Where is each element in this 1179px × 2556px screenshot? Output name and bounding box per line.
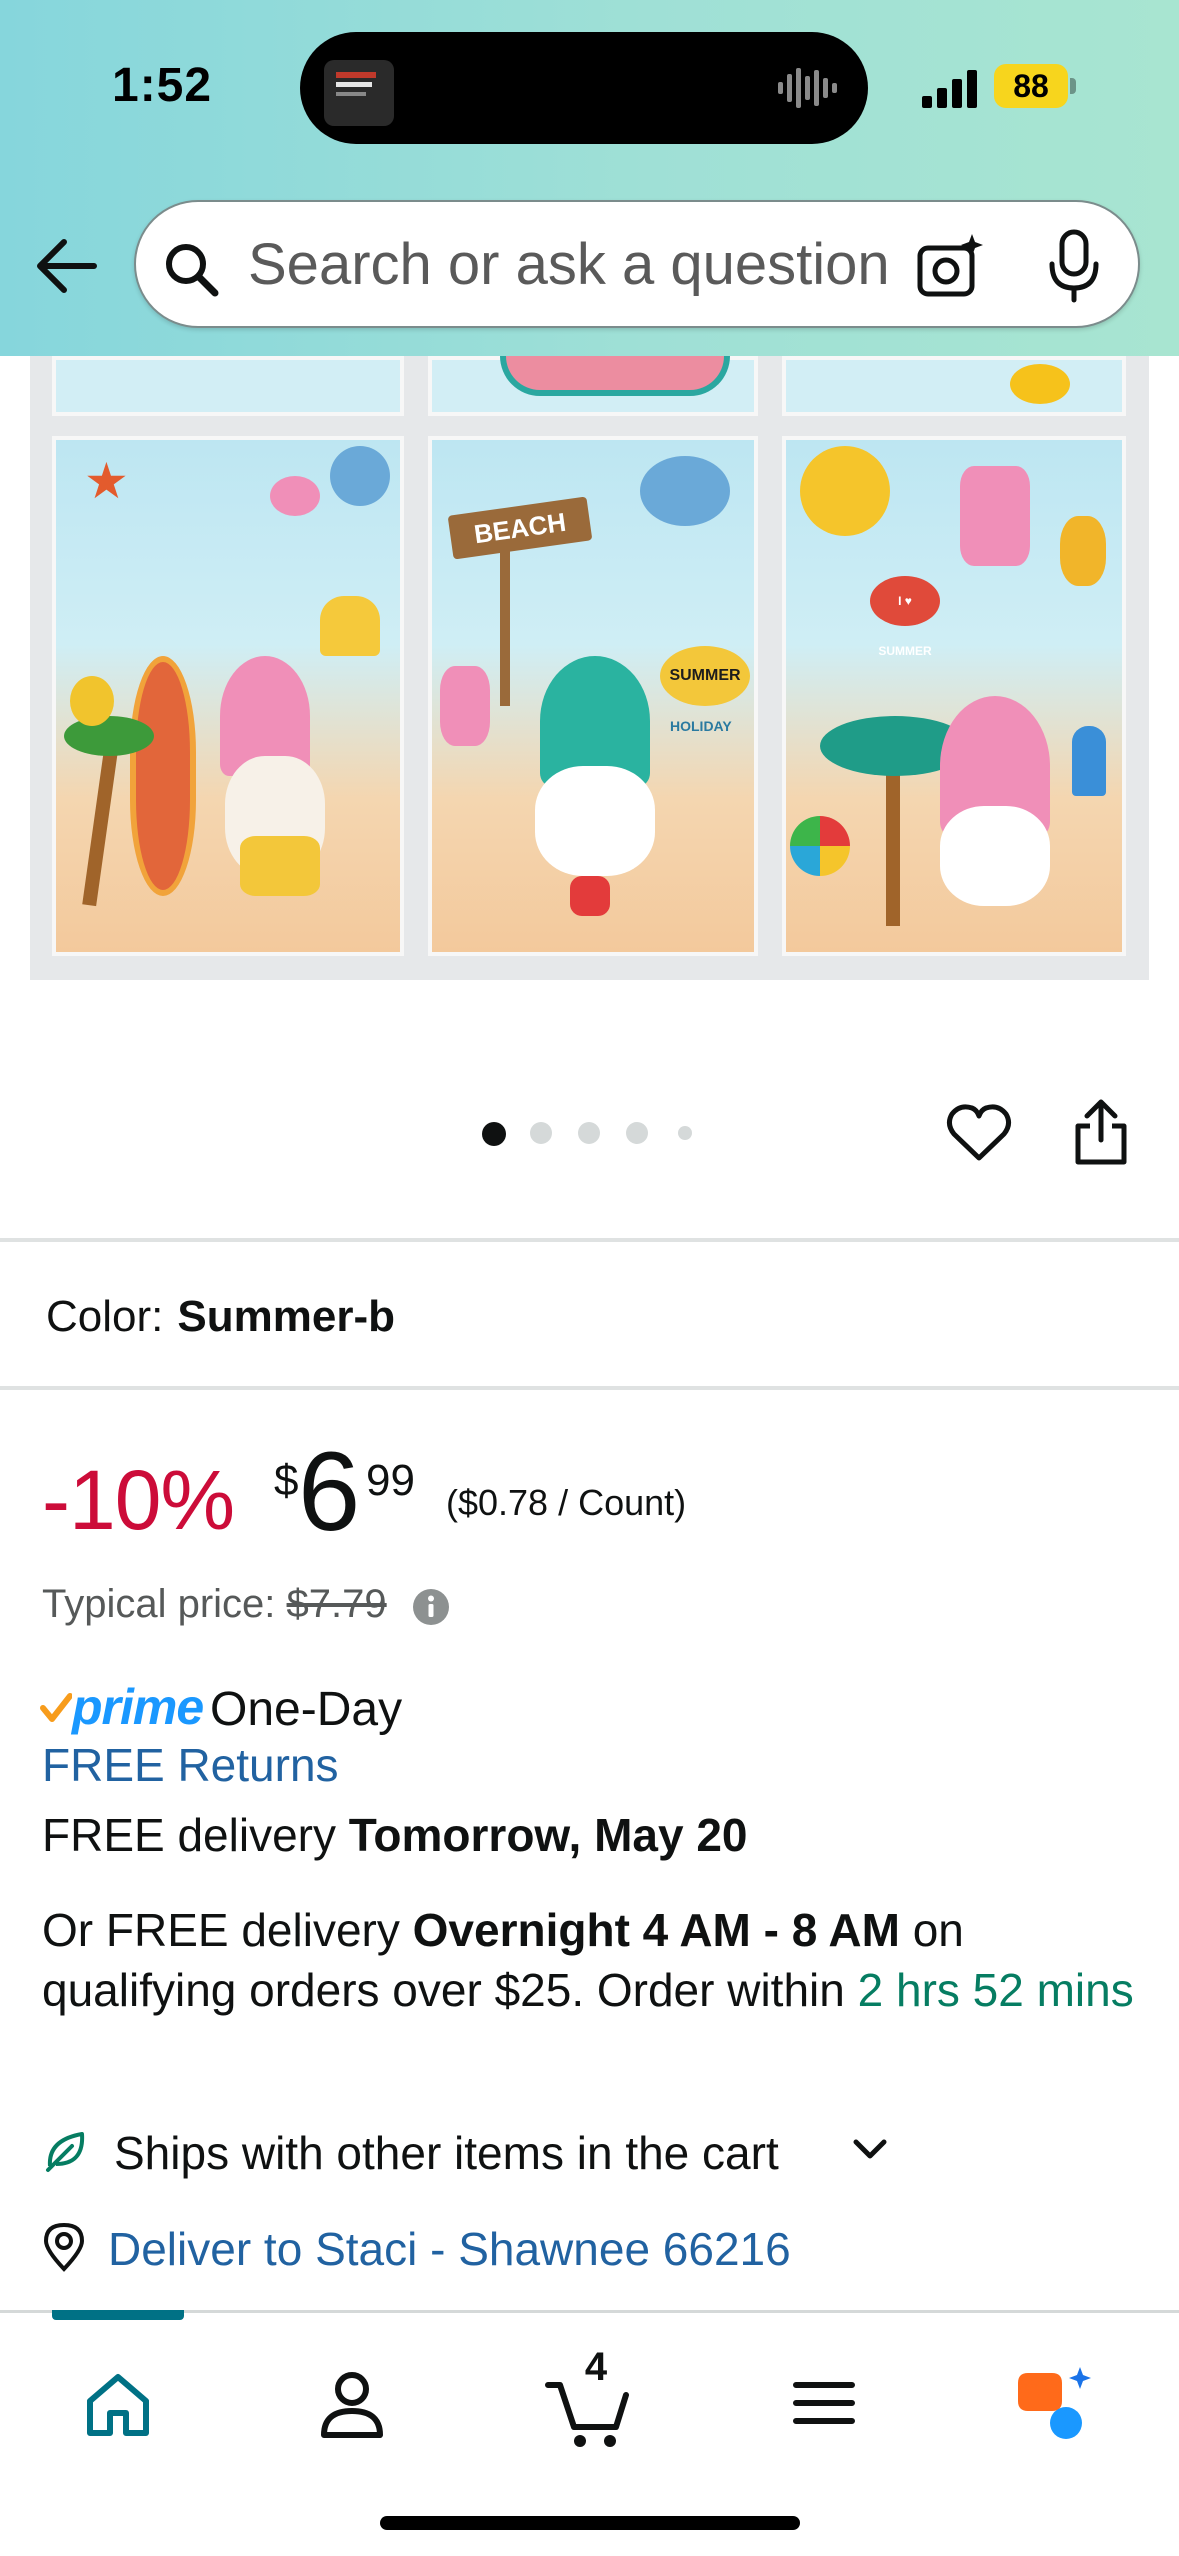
sandcastle-decal (320, 596, 380, 656)
now-playing-thumbnail (324, 60, 394, 126)
battery-cap (1070, 78, 1076, 94)
overnight-delivery-text: Or FREE delivery Overnight 4 AM - 8 AM o… (42, 1900, 1142, 2020)
crab-decal: I ♥ SUMMER (870, 576, 940, 658)
search-bar[interactable]: Search or ask a question (134, 200, 1140, 328)
typical-price-value: $7.79 (286, 1582, 387, 1626)
section-divider (0, 1386, 1179, 1390)
dynamic-island[interactable] (300, 32, 868, 144)
cellular-signal-icon (922, 70, 977, 108)
chevron-down-icon[interactable] (852, 2132, 888, 2168)
share-icon[interactable] (1072, 1096, 1130, 1166)
heart-icon[interactable] (946, 1102, 1012, 1162)
sun-decal (800, 446, 890, 536)
back-arrow-icon[interactable] (34, 236, 98, 296)
flip-flops-decal (440, 666, 490, 746)
home-indicator[interactable] (380, 2516, 800, 2530)
location-pin-icon (43, 2222, 85, 2272)
carousel-dot[interactable] (578, 1122, 600, 1144)
popsicle-decal (1072, 726, 1106, 796)
price-currency: $ (274, 1456, 299, 1505)
shark-decal (330, 446, 390, 506)
gnome-body-decal (240, 836, 320, 896)
sunglasses-decal (270, 476, 320, 516)
gnome-beard-pink-decal (940, 806, 1050, 906)
watermelon-float-decal (500, 356, 730, 396)
carousel-dot[interactable] (626, 1122, 648, 1144)
typical-price-label: Typical price: (42, 1582, 276, 1626)
overnight-prefix: Or FREE delivery (42, 1904, 400, 1956)
duck-decal (1010, 364, 1070, 404)
swimsuit-decal (960, 466, 1030, 566)
home-icon[interactable] (68, 2353, 168, 2453)
search-input[interactable]: Search or ask a question (248, 234, 948, 296)
color-label: Color: (46, 1292, 164, 1341)
palm-trunk-right-decal (886, 756, 900, 926)
deliver-to-link[interactable]: Deliver to Staci - Shawnee 66216 (108, 2222, 791, 2276)
search-icon (166, 244, 219, 297)
info-icon[interactable] (412, 1588, 450, 1626)
free-returns-link[interactable]: FREE Returns (42, 1738, 339, 1792)
price-whole: 6 (298, 1429, 361, 1554)
rufus-icon[interactable] (1004, 2353, 1104, 2453)
color-value: Summer-b (177, 1292, 395, 1341)
ships-with-text: Ships with other items in the cart (114, 2127, 779, 2179)
section-divider (0, 1238, 1179, 1242)
battery-indicator: 88 (994, 64, 1068, 108)
free-delivery-prefix: FREE delivery (42, 1809, 336, 1861)
leaf-icon (46, 2132, 85, 2172)
product-image[interactable]: ★ BEACH SUMMER HOLIDAY I ♥ SUMMER (30, 356, 1149, 980)
unit-price: ($0.78 / Count) (446, 1482, 687, 1523)
image-panel (782, 356, 1126, 416)
summer-hat-decal: SUMMER (660, 646, 750, 706)
typical-price: Typical price: $7.79 (42, 1582, 387, 1627)
image-panel (52, 356, 404, 416)
menu-icon[interactable] (774, 2353, 874, 2453)
prime-check-icon (40, 1693, 72, 1722)
color-variant-row[interactable]: Color: Summer-b (46, 1292, 395, 1342)
account-icon[interactable] (302, 2353, 402, 2453)
prime-one-day: One-Day (210, 1683, 403, 1736)
camera-sparkle-icon[interactable] (914, 230, 986, 302)
palm-leaves-decal (64, 716, 154, 756)
status-time: 1:52 (112, 59, 213, 112)
carousel-dot[interactable] (530, 1122, 552, 1144)
holiday-text-decal: HOLIDAY (670, 718, 732, 734)
surfboard-decal (130, 656, 196, 896)
cart-icon (545, 2382, 629, 2447)
discount-percent: -10% (42, 1453, 235, 1547)
gnome-beard-teal-decal (535, 766, 655, 876)
prime-logo-text: prime (72, 1679, 204, 1735)
carousel-dot[interactable] (678, 1126, 692, 1140)
pineapple-right-decal (1060, 516, 1106, 586)
carousel-dot-active[interactable] (482, 1122, 506, 1146)
dolphin-decal (640, 456, 730, 526)
microphone-icon[interactable] (1042, 228, 1106, 304)
order-countdown: 2 hrs 52 mins (857, 1964, 1134, 2016)
beach-ball-decal (790, 816, 850, 876)
starfish-decal: ★ (84, 453, 129, 509)
active-tab-indicator (52, 2310, 184, 2320)
sand-bucket-decal (570, 876, 610, 916)
header: 1:52 88 Search or ask a question (0, 0, 1179, 356)
cart-button[interactable]: 4 (540, 2345, 640, 2455)
overnight-window: Overnight 4 AM - 8 AM (412, 1904, 900, 1956)
pineapple-decal (70, 676, 114, 726)
price-fraction: 99 (366, 1456, 415, 1505)
battery-level: 88 (1013, 68, 1049, 104)
free-delivery-line: FREE delivery Tomorrow, May 20 (42, 1808, 748, 1862)
sign-post-decal (500, 546, 510, 706)
audio-waveform-icon (778, 68, 837, 108)
free-delivery-date: Tomorrow, May 20 (348, 1809, 748, 1861)
